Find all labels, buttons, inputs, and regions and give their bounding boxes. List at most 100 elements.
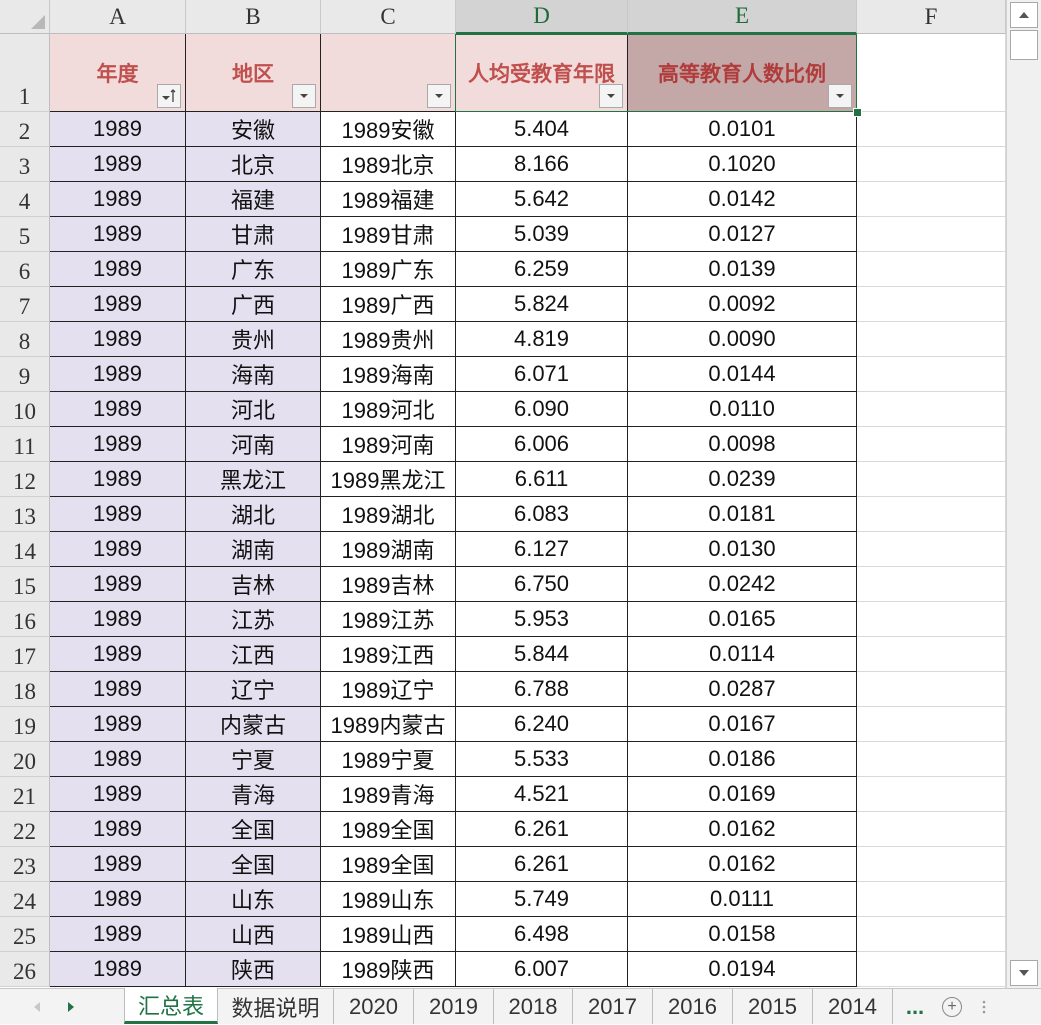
cell-avg-edu-years[interactable]: 5.642 bbox=[456, 182, 628, 217]
column-header-e[interactable]: E bbox=[628, 0, 857, 34]
cell-avg-edu-years[interactable]: 5.953 bbox=[456, 602, 628, 637]
fill-handle[interactable] bbox=[853, 108, 862, 117]
tab-scroll-left-icon[interactable] bbox=[26, 989, 48, 1025]
cell-higher-edu-ratio[interactable]: 0.0127 bbox=[628, 217, 857, 252]
cell-higher-edu-ratio[interactable]: 0.0110 bbox=[628, 392, 857, 427]
row-header[interactable]: 18 bbox=[0, 672, 50, 707]
scroll-thumb[interactable] bbox=[1010, 30, 1038, 60]
row-header[interactable]: 9 bbox=[0, 357, 50, 392]
sheet-tab-2017[interactable]: 2017 bbox=[573, 989, 653, 1024]
cell-year[interactable]: 1989 bbox=[50, 672, 186, 707]
cell-region[interactable]: 黑龙江 bbox=[186, 462, 321, 497]
sheet-tab-2019[interactable]: 2019 bbox=[414, 989, 494, 1024]
cell-region[interactable]: 陕西 bbox=[186, 952, 321, 987]
sort-filter-icon[interactable] bbox=[157, 84, 181, 108]
cell-combo[interactable]: 1989山西 bbox=[321, 917, 456, 952]
row-header[interactable]: 6 bbox=[0, 252, 50, 287]
row-header[interactable]: 24 bbox=[0, 882, 50, 917]
cell-higher-edu-ratio[interactable]: 0.1020 bbox=[628, 147, 857, 182]
row-header[interactable]: 3 bbox=[0, 147, 50, 182]
cell-year[interactable]: 1989 bbox=[50, 707, 186, 742]
cell-year[interactable]: 1989 bbox=[50, 357, 186, 392]
cell-avg-edu-years[interactable]: 6.007 bbox=[456, 952, 628, 987]
select-all-corner[interactable] bbox=[0, 0, 50, 34]
cell-region[interactable]: 广西 bbox=[186, 287, 321, 322]
scroll-up-icon[interactable] bbox=[1010, 2, 1038, 28]
cell-year[interactable]: 1989 bbox=[50, 147, 186, 182]
cell-year[interactable]: 1989 bbox=[50, 532, 186, 567]
row-header[interactable]: 12 bbox=[0, 462, 50, 497]
header-cell-higher-edu-ratio[interactable]: 高等教育人数比例 bbox=[628, 34, 857, 112]
cell-higher-edu-ratio[interactable]: 0.0181 bbox=[628, 497, 857, 532]
row-header[interactable]: 7 bbox=[0, 287, 50, 322]
cell-year[interactable]: 1989 bbox=[50, 917, 186, 952]
cell-year[interactable]: 1989 bbox=[50, 462, 186, 497]
cell-avg-edu-years[interactable]: 4.819 bbox=[456, 322, 628, 357]
cell-year[interactable]: 1989 bbox=[50, 182, 186, 217]
cell-combo[interactable]: 1989北京 bbox=[321, 147, 456, 182]
cell-year[interactable]: 1989 bbox=[50, 322, 186, 357]
tab-splitter-icon[interactable] bbox=[976, 989, 992, 1025]
cell-avg-edu-years[interactable]: 6.750 bbox=[456, 567, 628, 602]
cell-combo[interactable]: 1989山东 bbox=[321, 882, 456, 917]
cell-higher-edu-ratio[interactable]: 0.0242 bbox=[628, 567, 857, 602]
cell-year[interactable]: 1989 bbox=[50, 427, 186, 462]
cell-avg-edu-years[interactable]: 6.127 bbox=[456, 532, 628, 567]
cell-combo[interactable]: 1989贵州 bbox=[321, 322, 456, 357]
cell-combo[interactable]: 1989吉林 bbox=[321, 567, 456, 602]
cell-higher-edu-ratio[interactable]: 0.0114 bbox=[628, 637, 857, 672]
cell-higher-edu-ratio[interactable]: 0.0167 bbox=[628, 707, 857, 742]
cell-higher-edu-ratio[interactable]: 0.0142 bbox=[628, 182, 857, 217]
column-header-b[interactable]: B bbox=[186, 0, 321, 34]
row-header[interactable]: 2 bbox=[0, 112, 50, 147]
row-header[interactable]: 11 bbox=[0, 427, 50, 462]
column-header-d[interactable]: D bbox=[456, 0, 628, 34]
row-header[interactable]: 8 bbox=[0, 322, 50, 357]
cell-year[interactable]: 1989 bbox=[50, 252, 186, 287]
cell-avg-edu-years[interactable]: 6.788 bbox=[456, 672, 628, 707]
cell-region[interactable]: 全国 bbox=[186, 847, 321, 882]
cell-combo[interactable]: 1989内蒙古 bbox=[321, 707, 456, 742]
cell-higher-edu-ratio[interactable]: 0.0101 bbox=[628, 112, 857, 147]
cell-higher-edu-ratio[interactable]: 0.0139 bbox=[628, 252, 857, 287]
cell-avg-edu-years[interactable]: 4.521 bbox=[456, 777, 628, 812]
cell-region[interactable]: 广东 bbox=[186, 252, 321, 287]
cell-combo[interactable]: 1989青海 bbox=[321, 777, 456, 812]
cell-combo[interactable]: 1989陕西 bbox=[321, 952, 456, 987]
cell-year[interactable]: 1989 bbox=[50, 567, 186, 602]
cell-region[interactable]: 福建 bbox=[186, 182, 321, 217]
cell-year[interactable]: 1989 bbox=[50, 847, 186, 882]
cell-combo[interactable]: 1989黑龙江 bbox=[321, 462, 456, 497]
row-header[interactable]: 23 bbox=[0, 847, 50, 882]
cell-region[interactable]: 山西 bbox=[186, 917, 321, 952]
cell-higher-edu-ratio[interactable]: 0.0162 bbox=[628, 847, 857, 882]
sheet-tab-2016[interactable]: 2016 bbox=[653, 989, 733, 1024]
cell-higher-edu-ratio[interactable]: 0.0186 bbox=[628, 742, 857, 777]
more-tabs-button[interactable]: ... bbox=[897, 989, 933, 1024]
row-header[interactable]: 25 bbox=[0, 917, 50, 952]
cell-region[interactable]: 内蒙古 bbox=[186, 707, 321, 742]
cell-region[interactable]: 贵州 bbox=[186, 322, 321, 357]
filter-dropdown-icon[interactable] bbox=[599, 84, 623, 108]
cell-avg-edu-years[interactable]: 5.844 bbox=[456, 637, 628, 672]
row-header[interactable]: 13 bbox=[0, 497, 50, 532]
sheet-tab-2018[interactable]: 2018 bbox=[494, 989, 573, 1024]
cell-combo[interactable]: 1989辽宁 bbox=[321, 672, 456, 707]
cell-year[interactable]: 1989 bbox=[50, 812, 186, 847]
cell-region[interactable]: 宁夏 bbox=[186, 742, 321, 777]
cell-year[interactable]: 1989 bbox=[50, 777, 186, 812]
cell-avg-edu-years[interactable]: 6.240 bbox=[456, 707, 628, 742]
cell-avg-edu-years[interactable]: 6.611 bbox=[456, 462, 628, 497]
cell-avg-edu-years[interactable]: 5.749 bbox=[456, 882, 628, 917]
cell-combo[interactable]: 1989湖北 bbox=[321, 497, 456, 532]
cell-avg-edu-years[interactable]: 5.824 bbox=[456, 287, 628, 322]
row-header[interactable]: 14 bbox=[0, 532, 50, 567]
cell-higher-edu-ratio[interactable]: 0.0144 bbox=[628, 357, 857, 392]
sheet-tab-2015[interactable]: 2015 bbox=[733, 989, 813, 1024]
cell-year[interactable]: 1989 bbox=[50, 637, 186, 672]
cell-combo[interactable]: 1989安徽 bbox=[321, 112, 456, 147]
cell-avg-edu-years[interactable]: 8.166 bbox=[456, 147, 628, 182]
cell-year[interactable]: 1989 bbox=[50, 497, 186, 532]
cell-higher-edu-ratio[interactable]: 0.0158 bbox=[628, 917, 857, 952]
filter-dropdown-icon[interactable] bbox=[427, 84, 451, 108]
